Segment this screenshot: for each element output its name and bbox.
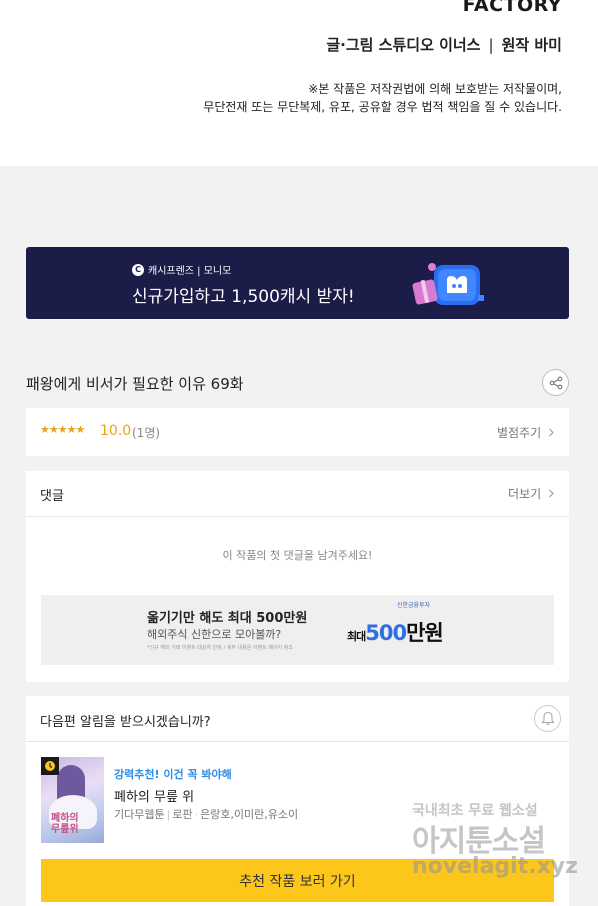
- notify-question: 다음편 알림을 받으시겠습니까?: [40, 715, 211, 730]
- rating-count: (1명): [132, 426, 161, 440]
- cashfriends-logo-icon: C: [132, 263, 144, 276]
- credits-art: 글·그림 스튜디오 이너스: [326, 36, 481, 54]
- credits-original: 원작 바미: [501, 36, 562, 54]
- credits-separator: |: [488, 36, 494, 54]
- thumbnail-title: 폐하의 무릎위: [51, 813, 79, 835]
- recommended-work-thumbnail[interactable]: 폐하의 무릎위: [41, 757, 104, 843]
- bell-icon: [540, 711, 555, 726]
- episode-footer-header: FACTORY 글·그림 스튜디오 이너스 | 원작 바미 ※본 작품은 저작권법에…: [0, 0, 598, 166]
- copyright-line: 무단전재 또는 무단복제, 유포, 공유할 경우 법적 책임을 질 수 있습니다…: [203, 100, 562, 114]
- ad-headline: 옮기기만 해도 최대 500만원: [147, 611, 308, 626]
- ad-amount-suffix: 만원: [406, 621, 444, 645]
- ad-subtitle: 해외주식 신한으로 모아볼까?: [147, 628, 282, 641]
- clock-icon: [45, 761, 55, 771]
- banner-brand-text: 캐시프렌즈 | 모니모: [148, 266, 232, 277]
- ad-banner[interactable]: 옮기기만 해도 최대 500만원 해외주식 신한으로 모아볼까? *신규 해외 …: [41, 595, 554, 665]
- give-rating-label: 별점주기: [497, 426, 542, 440]
- rating-score: 10.0: [100, 423, 132, 439]
- comments-empty-message: 이 작품의 첫 댓글을 남겨주세요!: [222, 549, 373, 562]
- comments-label: 댓글: [40, 489, 64, 504]
- divider: [26, 741, 569, 742]
- notify-toggle-button[interactable]: [534, 705, 561, 732]
- recommended-work-meta: 기다무웹툰 | 로판 · 은랑호,이미란,유소이: [114, 806, 298, 822]
- chevron-right-icon: [549, 428, 554, 437]
- meta-genre: 로판: [172, 808, 193, 821]
- meta-type: 기다무웹툰: [114, 808, 165, 821]
- recommended-work-title[interactable]: 폐하의 무릎 위: [114, 786, 194, 805]
- banner-headline: 신규가입하고 1,500캐시 받자!: [132, 287, 355, 307]
- site-watermark: 국내최초 무료 웹소설 아지툰소설 novelagit.xyz: [412, 800, 582, 890]
- comments-more-label: 더보기: [508, 487, 542, 501]
- meta-authors: 은랑호,이미란,유소이: [200, 808, 299, 821]
- watermark-line: novelagit.xyz: [412, 854, 578, 879]
- wait-free-badge: [41, 757, 59, 775]
- comments-more-button[interactable]: 더보기: [508, 485, 555, 502]
- give-rating-button[interactable]: 별점주기: [497, 424, 555, 441]
- ad-sponsor: 신한금융투자: [397, 602, 431, 609]
- rating-card: ★★★★★ 10.0 (1명) 별점주기: [26, 408, 569, 456]
- ad-amount-prefix: 최대: [347, 630, 366, 643]
- episode-title: 패왕에게 비서가 필요한 이유 69화: [26, 375, 244, 393]
- chevron-right-icon: [549, 489, 554, 498]
- share-button[interactable]: [542, 369, 569, 396]
- share-icon: [549, 376, 562, 389]
- thumbnail-title-line: 무릎위: [51, 824, 79, 835]
- promo-banner[interactable]: C 캐시프렌즈 | 모니모 신규가입하고 1,500캐시 받자!: [26, 247, 569, 319]
- copyright-notice: ※본 작품은 저작권법에 의해 보호받는 저작물이며, 무단전재 또는 무단복제…: [203, 80, 562, 116]
- meta-separator: ·: [194, 808, 199, 821]
- credits: 글·그림 스튜디오 이너스 | 원작 바미: [326, 34, 562, 55]
- studio-logo: FACTORY: [462, 0, 562, 16]
- comments-card: 댓글 더보기 이 작품의 첫 댓글을 남겨주세요! 옮기기만 해도 최대 500…: [26, 471, 569, 682]
- thumbnail-title-line: 폐하의: [51, 813, 79, 824]
- meta-separator: |: [166, 808, 171, 821]
- recommend-label: 강력추천! 이건 꼭 봐야해: [114, 768, 232, 781]
- ad-amount-number: 500: [365, 621, 407, 645]
- copyright-line: ※본 작품은 저작권법에 의해 보호받는 저작물이며,: [308, 82, 562, 96]
- ad-disclaimer: *신규 해외 거래 이벤트 대상자 한정 / 세부 내용은 이벤트 페이지 참조: [147, 645, 293, 651]
- monimo-app-icon: [412, 263, 484, 305]
- divider: [26, 516, 569, 517]
- banner-brand: C 캐시프렌즈 | 모니모: [132, 262, 231, 277]
- ad-amount: 최대500만원: [347, 617, 444, 647]
- episode-title-row: 패왕에게 비서가 필요한 이유 69화: [26, 368, 569, 398]
- rating-stars-icon: ★★★★★: [40, 423, 85, 436]
